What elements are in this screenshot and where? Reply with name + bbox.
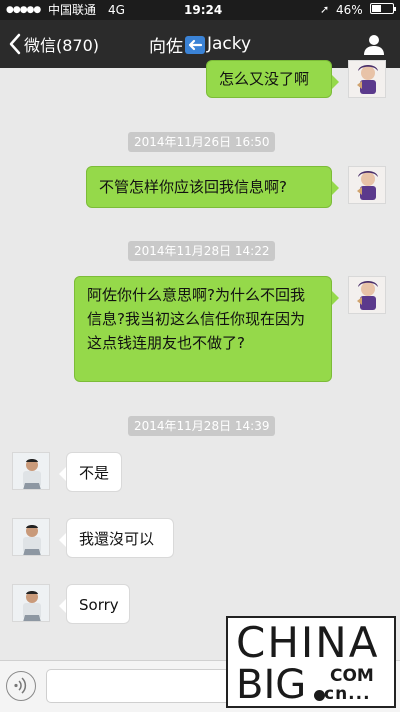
chinabig-watermark-logo: CHINA BIG COM cn... bbox=[226, 616, 396, 708]
status-time: 19:24 bbox=[184, 3, 223, 17]
contact-name-chinese: 向佐 bbox=[148, 36, 183, 57]
contact-avatar[interactable] bbox=[12, 452, 50, 490]
my-avatar[interactable] bbox=[348, 276, 386, 314]
back-arrow-emoji-icon bbox=[184, 36, 205, 54]
battery-icon bbox=[370, 3, 396, 14]
timestamp: 2014年11月28日 14:39 bbox=[128, 416, 276, 436]
person-icon bbox=[364, 35, 384, 55]
timestamp: 2014年11月26日 16:50 bbox=[128, 132, 276, 152]
status-bar: ●●●●● 中国联通 4G 19:24 ➚ 46% bbox=[0, 0, 400, 20]
message-text: 怎么又没了啊 bbox=[219, 70, 310, 88]
watermark-com: COM bbox=[330, 666, 374, 686]
contact-name-english: Jacky bbox=[206, 34, 252, 54]
received-message-bubble[interactable]: 不是 bbox=[59, 452, 122, 492]
message-text: 我還沒可以 bbox=[79, 530, 155, 548]
chat-header: 微信(870) 向佐 Jacky bbox=[0, 20, 400, 68]
voice-icon bbox=[14, 677, 27, 694]
watermark-text-line2: BIG bbox=[236, 662, 307, 708]
contact-avatar[interactable] bbox=[12, 584, 50, 622]
voice-button[interactable] bbox=[6, 671, 36, 701]
message-text: Sorry bbox=[79, 596, 119, 614]
contact-avatar[interactable] bbox=[12, 518, 50, 556]
received-message-bubble[interactable]: 我還沒可以 bbox=[59, 518, 174, 558]
signal-strength-icon: ●●●●● bbox=[6, 5, 41, 15]
message-text: 不管怎样你应该回我信息啊? bbox=[99, 178, 287, 196]
chat-title: 向佐 Jacky bbox=[0, 20, 400, 68]
my-avatar[interactable] bbox=[348, 60, 386, 98]
sent-message-bubble[interactable]: 不管怎样你应该回我信息啊? bbox=[86, 166, 339, 208]
battery-fill bbox=[372, 5, 381, 12]
message-text: 阿佐你什么意思啊?为什么不回我信息?我当初这么信任你现在因为这点钱连朋友也不做了… bbox=[87, 286, 305, 352]
sent-message-bubble[interactable]: 阿佐你什么意思啊?为什么不回我信息?我当初这么信任你现在因为这点钱连朋友也不做了… bbox=[74, 276, 339, 382]
location-arrow-icon: ➚ bbox=[320, 3, 330, 16]
timestamp: 2014年11月28日 14:22 bbox=[128, 241, 276, 261]
watermark-cn: cn... bbox=[324, 684, 371, 704]
message-text: 不是 bbox=[79, 464, 110, 482]
sent-message-bubble[interactable]: 怎么又没了啊 bbox=[206, 60, 339, 98]
my-avatar[interactable] bbox=[348, 166, 386, 204]
battery-percent: 46% bbox=[336, 3, 363, 17]
received-message-bubble[interactable]: Sorry bbox=[59, 584, 130, 624]
watermark-text-line1: CHINA bbox=[236, 618, 380, 667]
network-type: 4G bbox=[108, 3, 125, 17]
profile-button[interactable] bbox=[362, 32, 386, 56]
carrier-label: 中国联通 bbox=[48, 3, 97, 17]
